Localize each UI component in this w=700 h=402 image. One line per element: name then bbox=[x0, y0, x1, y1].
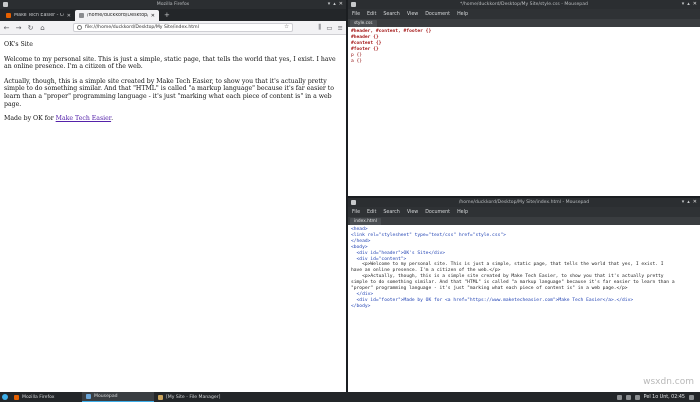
mousepad-css-titlebar[interactable]: */home/duckkord/Desktop/My Site/style.cs… bbox=[348, 0, 700, 9]
menu-view[interactable]: View bbox=[407, 210, 418, 215]
minimize-icon[interactable]: ▾ bbox=[328, 0, 331, 9]
menu-hamburger-icon[interactable]: ≡ bbox=[338, 24, 343, 32]
make-tech-easier-link[interactable]: Make Tech Easier bbox=[56, 115, 111, 122]
site-header: OK's Site bbox=[4, 41, 33, 48]
system-tray: Pel 1o Unt, 02:45 bbox=[616, 394, 700, 400]
site-info-icon[interactable] bbox=[77, 25, 82, 30]
footer-suffix: . bbox=[111, 115, 114, 123]
web-page-content: OK's Site Welcome to my personal site. T… bbox=[0, 36, 346, 392]
url-bar[interactable]: file:///home/duckkord/Desktop/My Site/in… bbox=[73, 23, 293, 32]
tab-close-icon[interactable]: ✕ bbox=[151, 13, 155, 19]
taskbar-item-mousepad[interactable]: Mousepad bbox=[82, 392, 154, 402]
back-icon[interactable]: ← bbox=[3, 23, 10, 33]
mousepad-app-icon bbox=[351, 2, 356, 7]
firefox-window-title: Mozilla Firefox bbox=[156, 2, 190, 7]
taskbar-item-firefox[interactable]: Mozilla Firefox bbox=[10, 392, 82, 402]
tab-label: Make Tech Easier - Comp bbox=[14, 13, 64, 18]
network-icon[interactable] bbox=[616, 394, 622, 400]
mousepad-html-window-title: /home/duckkord/Desktop/My Site/index.htm… bbox=[458, 200, 590, 205]
mousepad-icon bbox=[86, 394, 91, 399]
mousepad-app-icon bbox=[351, 200, 356, 205]
html-editor-area[interactable]: <head> <link rel="stylesheet" type="text/… bbox=[348, 225, 700, 312]
menu-edit[interactable]: Edit bbox=[367, 210, 376, 215]
menu-search[interactable]: Search bbox=[383, 210, 399, 215]
firefox-app-icon bbox=[3, 2, 8, 7]
menu-help[interactable]: Help bbox=[457, 210, 468, 215]
taskbar-item-file-manager[interactable]: [My Site - File Manager] bbox=[154, 392, 244, 402]
site-footer: Made by OK for Make Tech Easier. bbox=[4, 115, 342, 123]
tab-favicon-icon bbox=[6, 13, 11, 18]
maximize-icon[interactable]: ▴ bbox=[333, 0, 336, 9]
taskbar-item-label: Mozilla Firefox bbox=[22, 394, 55, 400]
new-tab-button[interactable]: + bbox=[159, 10, 175, 21]
footer-prefix: Made by OK for bbox=[4, 115, 56, 123]
firefox-window: Mozilla Firefox ▾ ▴ ✕ Make Tech Easier -… bbox=[0, 0, 346, 392]
firefox-tab-strip: Make Tech Easier - Comp ✕ /home/duckkord… bbox=[0, 9, 346, 21]
mousepad-css-tabbar: style.css bbox=[348, 19, 700, 27]
firefox-tab-local-file[interactable]: /home/duckkord/Desktop/My ✕ bbox=[75, 10, 159, 21]
forward-icon[interactable]: → bbox=[15, 23, 22, 33]
firefox-titlebar[interactable]: Mozilla Firefox ▾ ▴ ✕ bbox=[0, 0, 346, 9]
firefox-navbar: ← → ↻ ⌂ file:///home/duckkord/Desktop/My… bbox=[0, 21, 346, 35]
taskbar: Mozilla Firefox Mousepad [My Site - File… bbox=[0, 392, 700, 402]
editor-tab-index-html[interactable]: index.html bbox=[350, 217, 381, 225]
mousepad-html-titlebar[interactable]: /home/duckkord/Desktop/My Site/index.htm… bbox=[348, 198, 700, 207]
maximize-icon[interactable]: ▴ bbox=[687, 0, 690, 9]
minimize-icon[interactable]: ▾ bbox=[682, 0, 685, 9]
maximize-icon[interactable]: ▴ bbox=[687, 198, 690, 207]
mousepad-css-menubar: File Edit Search View Document Help bbox=[348, 9, 700, 19]
firefox-tab-make-tech-easier[interactable]: Make Tech Easier - Comp ✕ bbox=[2, 10, 75, 21]
menu-file[interactable]: File bbox=[352, 210, 360, 215]
content-paragraph-2: Actually, though, this is a simple site … bbox=[4, 77, 335, 108]
mousepad-html-tabbar: index.html bbox=[348, 217, 700, 225]
tab-label: /home/duckkord/Desktop/My bbox=[87, 13, 148, 18]
menu-edit[interactable]: Edit bbox=[367, 12, 376, 17]
notifications-icon[interactable] bbox=[634, 394, 640, 400]
menu-help[interactable]: Help bbox=[457, 12, 468, 17]
firefox-icon bbox=[14, 394, 19, 400]
watermark: wsxdn.com bbox=[643, 377, 694, 387]
clock[interactable]: Pel 1o Unt, 02:45 bbox=[644, 395, 685, 400]
bookmark-star-icon[interactable]: ☆ bbox=[284, 24, 289, 31]
tab-favicon-icon bbox=[79, 13, 84, 18]
app-menu-button[interactable] bbox=[0, 392, 10, 402]
code-line: a {} bbox=[351, 58, 363, 64]
home-icon[interactable]: ⌂ bbox=[39, 23, 46, 33]
power-icon[interactable] bbox=[689, 394, 694, 400]
library-icon[interactable]: ⫼ bbox=[318, 23, 321, 32]
editor-tab-style-css[interactable]: style.css bbox=[350, 19, 377, 27]
close-icon[interactable]: ✕ bbox=[339, 0, 343, 9]
menu-document[interactable]: Document bbox=[425, 210, 450, 215]
url-text: file:///home/duckkord/Desktop/My Site/in… bbox=[85, 25, 199, 30]
menu-search[interactable]: Search bbox=[383, 12, 399, 17]
mousepad-css-window-title: */home/duckkord/Desktop/My Site/style.cs… bbox=[460, 2, 588, 7]
volume-icon[interactable] bbox=[625, 394, 631, 400]
close-icon[interactable]: ✕ bbox=[693, 0, 697, 9]
taskbar-item-label: [My Site - File Manager] bbox=[166, 394, 221, 400]
menu-view[interactable]: View bbox=[407, 12, 418, 17]
menu-file[interactable]: File bbox=[352, 12, 360, 17]
code-line: </body> bbox=[351, 303, 371, 309]
mousepad-html-window: /home/duckkord/Desktop/My Site/index.htm… bbox=[348, 198, 700, 392]
sidebar-icon[interactable]: ▭ bbox=[326, 24, 332, 32]
taskbar-item-label: Mousepad bbox=[94, 394, 118, 399]
css-editor-area[interactable]: #header, #content, #footer {} #header {} #… bbox=[348, 27, 700, 66]
minimize-icon[interactable]: ▾ bbox=[682, 198, 685, 207]
folder-icon bbox=[158, 394, 163, 400]
close-icon[interactable]: ✕ bbox=[693, 198, 697, 207]
app-menu-icon bbox=[2, 394, 8, 400]
menu-document[interactable]: Document bbox=[425, 12, 450, 17]
content-paragraph-1: Welcome to my personal site. This is jus… bbox=[4, 55, 336, 71]
tab-close-icon[interactable]: ✕ bbox=[67, 13, 71, 19]
reload-icon[interactable]: ↻ bbox=[27, 23, 34, 33]
mousepad-css-window: */home/duckkord/Desktop/My Site/style.cs… bbox=[348, 0, 700, 196]
mousepad-html-menubar: File Edit Search View Document Help bbox=[348, 207, 700, 217]
